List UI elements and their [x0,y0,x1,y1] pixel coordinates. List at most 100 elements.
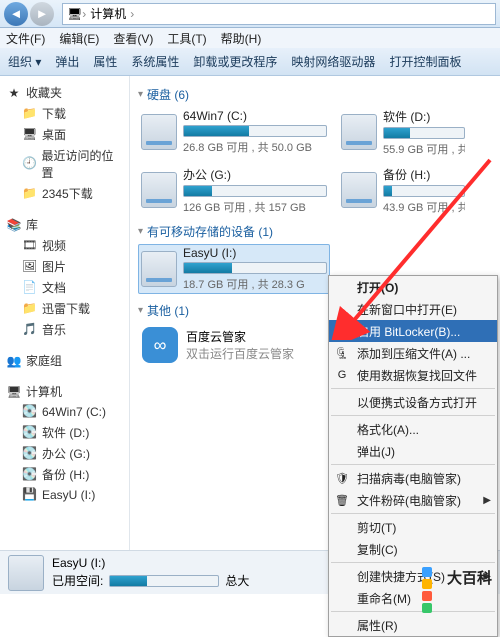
menu-edit[interactable]: 编辑(E) [59,30,99,47]
usb-icon: 💾 [22,487,38,503]
section-hdd[interactable]: ▾硬盘 (6) [138,86,492,103]
homegroup-icon: 👥 [6,353,22,369]
drive-icon: 💽 [22,425,38,441]
sidebar-lib-xunlei[interactable]: 📁迅雷下载 [4,298,125,319]
sidebar-drive-c[interactable]: 💽64Win7 (C:) [4,402,125,422]
sidebar-fav-desktop[interactable]: 🖥桌面 [4,124,125,145]
sidebar-lib-docs[interactable]: 📄文档 [4,277,125,298]
computer-icon: 🖥 [6,384,22,400]
ctx-shred[interactable]: 🗑文件粉碎(电脑管家)▶ [329,489,497,511]
menu-view[interactable]: 查看(V) [113,30,153,47]
computer-icon: 🖥 [67,7,82,21]
tb-eject[interactable]: 弹出 [55,53,79,70]
doc-icon: 📄 [22,280,38,296]
sidebar-lib-pics[interactable]: 🖼图片 [4,256,125,277]
drive-icon: 💽 [22,467,38,483]
drive-icon: 💽 [22,446,38,462]
tb-cpanel[interactable]: 打开控制面板 [389,53,461,70]
library-icon: 📚 [6,217,22,233]
watermark-logo-icon [421,566,443,588]
sidebar-fav-2345[interactable]: 📁2345下载 [4,183,125,204]
menu-bar: 文件(F) 编辑(E) 查看(V) 工具(T) 帮助(H) [0,28,500,48]
navigation-pane: ★收藏夹 📁下载 🖥桌面 🕘最近访问的位置 📁2345下载 📚库 🎞视频 🖼图片… [0,76,130,550]
menu-tools[interactable]: 工具(T) [167,30,206,47]
window-addressbar: ◄ ► 🖥 › 计算机 › [0,0,500,28]
recent-icon: 🕘 [22,156,38,172]
star-icon: ★ [6,85,22,101]
tb-organize[interactable]: 组织 ▾ [8,53,41,70]
sidebar-drive-d[interactable]: 💽软件 (D:) [4,422,125,443]
usb-drive-icon [8,555,44,591]
folder-icon: 📁 [22,301,38,317]
details-total-label: 总大 [225,572,249,589]
tb-sysprops[interactable]: 系统属性 [131,53,179,70]
drive-icon: 💽 [22,404,38,420]
menu-file[interactable]: 文件(F) [6,30,45,47]
sidebar-lib-video[interactable]: 🎞视频 [4,235,125,256]
sidebar-drive-g[interactable]: 💽办公 (G:) [4,443,125,464]
ctx-format[interactable]: 格式化(A)... [329,418,497,440]
collapse-icon: ▾ [138,305,143,316]
desktop-icon: 🖥 [22,127,38,143]
collapse-icon: ▾ [138,89,143,100]
ctx-open[interactable]: 打开(O) [329,276,497,298]
ctx-open-new[interactable]: 在新窗口中打开(E) [329,298,497,320]
drive-icon [141,172,177,208]
sidebar-homegroup[interactable]: 👥家庭组 [4,350,125,371]
ctx-rename[interactable]: 重命名(M) [329,587,497,609]
drive-icon [141,114,177,150]
drive-d[interactable]: 软件 (D:)55.9 GB 可用 , 共 [338,107,468,157]
toolbar: 组织 ▾ 弹出 属性 系统属性 卸载或更改程序 映射网络驱动器 打开控制面板 [0,48,500,76]
archive-icon: 🗜 [334,345,350,361]
details-usage-bar [109,575,219,587]
tb-properties[interactable]: 属性 [93,53,117,70]
ctx-recover[interactable]: G使用数据恢复找回文件 [329,364,497,386]
sidebar-computer[interactable]: 🖥计算机 [4,381,125,402]
drive-icon [341,172,377,208]
drive-icon [341,114,377,150]
drive-i-removable[interactable]: EasyU (I:)18.7 GB 可用 , 共 28.3 G [138,244,330,294]
section-removable[interactable]: ▾有可移动存储的设备 (1) [138,223,492,240]
submenu-arrow-icon: ▶ [483,495,491,506]
folder-icon: 📁 [22,106,38,122]
baiduyun-icon: ∞ [142,327,178,363]
sidebar-fav-header[interactable]: ★收藏夹 [4,82,125,103]
ctx-cut[interactable]: 剪切(T) [329,516,497,538]
collapse-icon: ▾ [138,226,143,237]
sidebar-drive-i[interactable]: 💾EasyU (I:) [4,485,125,505]
tb-netdrv[interactable]: 映射网络驱动器 [291,53,375,70]
ctx-addzip[interactable]: 🗜添加到压缩文件(A) ... [329,342,497,364]
shield-icon: 🛡 [334,470,350,486]
drive-c[interactable]: 64Win7 (C:)26.8 GB 可用 , 共 50.0 GB [138,107,330,157]
sidebar-fav-downloads[interactable]: 📁下载 [4,103,125,124]
drive-h[interactable]: 备份 (H:)43.9 GB 可用 , 共 49 [338,165,468,215]
sidebar-fav-recent[interactable]: 🕘最近访问的位置 [4,145,125,183]
tb-uninstall[interactable]: 卸载或更改程序 [193,53,277,70]
watermark: 大百科 [421,566,492,588]
sidebar-lib-header[interactable]: 📚库 [4,214,125,235]
shred-icon: 🗑 [334,492,350,508]
music-icon: 🎵 [22,322,38,338]
drive-g[interactable]: 办公 (G:)126 GB 可用 , 共 157 GB [138,165,330,215]
usb-drive-icon [141,251,177,287]
menu-help[interactable]: 帮助(H) [221,30,262,47]
folder-icon: 📁 [22,186,38,202]
breadcrumb-computer[interactable]: 计算机 [86,5,130,22]
ctx-copy[interactable]: 复制(C) [329,538,497,560]
ctx-eject[interactable]: 弹出(J) [329,440,497,462]
sidebar-lib-music[interactable]: 🎵音乐 [4,319,125,340]
nav-back-button[interactable]: ◄ [4,2,28,26]
recover-icon: G [334,367,350,383]
address-field[interactable]: 🖥 › 计算机 › [62,3,496,25]
ctx-bitlocker[interactable]: 启用 BitLocker(B)... [329,320,497,342]
details-name: EasyU (I:) [52,556,249,570]
nav-forward-button[interactable]: ► [30,2,54,26]
details-used-label: 已用空间: [52,572,103,589]
ctx-portable[interactable]: 以便携式设备方式打开 [329,391,497,413]
ctx-props[interactable]: 属性(R) [329,614,497,636]
image-icon: 🖼 [22,259,38,275]
video-icon: 🎞 [22,238,38,254]
breadcrumb-sep2: › [130,7,134,21]
ctx-scan[interactable]: 🛡扫描病毒(电脑管家) [329,467,497,489]
sidebar-drive-h[interactable]: 💽备份 (H:) [4,464,125,485]
